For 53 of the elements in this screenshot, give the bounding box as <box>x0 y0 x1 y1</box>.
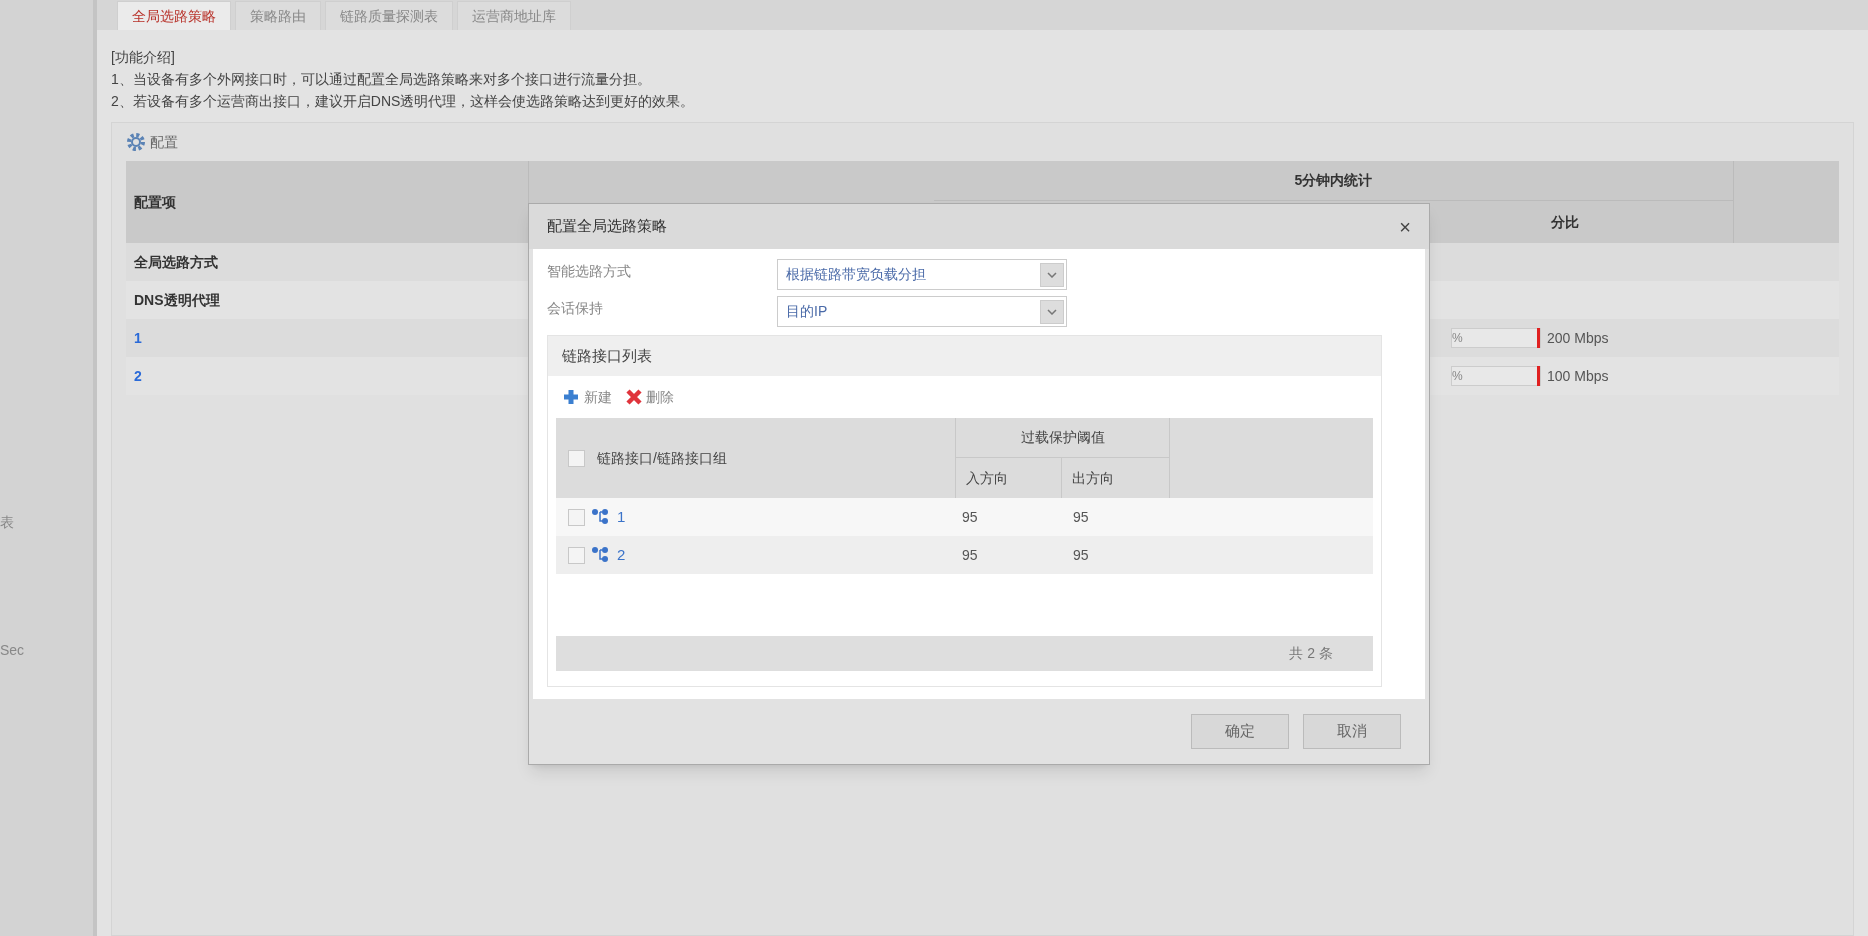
plus-icon <box>562 388 580 406</box>
field-label: 智能选路方式 <box>547 262 632 281</box>
chevron-down-icon <box>1047 271 1057 278</box>
intro-text: 2、若设备有多个运营商出接口，建议开启DNS透明代理，这样会使选路策略达到更好的效果。 <box>111 92 696 111</box>
link-name[interactable]: 2 <box>134 367 142 384</box>
gear-icon <box>126 132 146 152</box>
dialog-title: 配置全局选路策略 <box>547 216 667 237</box>
chevron-down-icon <box>1047 308 1057 315</box>
link-name[interactable]: 1 <box>134 329 142 346</box>
row-label: DNS透明代理 <box>134 291 220 308</box>
tab[interactable]: 链路质量探测表 <box>325 1 453 30</box>
checkbox[interactable] <box>568 508 585 526</box>
dropdown[interactable]: 目的IP <box>777 296 1067 327</box>
config-button[interactable]: 配置 <box>150 131 178 153</box>
bandwidth-text: 200 Mbps <box>1547 328 1609 348</box>
column-header: 过载保护阈值 <box>1020 428 1105 447</box>
table-cell-text: 95 <box>961 545 979 565</box>
checkbox[interactable] <box>568 546 585 564</box>
intro-text: 1、当设备有多个外网接口时，可以通过配置全局选路策略来对多个接口进行流量分担。 <box>111 70 652 89</box>
column-header: 配置项 <box>134 192 176 212</box>
cancel-button[interactable]: 取消 <box>1303 714 1401 749</box>
delete-button[interactable]: 删除 <box>626 386 674 408</box>
column-header: 出方向 <box>1072 468 1114 488</box>
bandwidth-text: 100 Mbps <box>1547 366 1609 386</box>
field-label: 会话保持 <box>547 299 604 318</box>
panel-title: 链路接口列表 <box>562 345 652 366</box>
confirm-button[interactable]: 确定 <box>1191 714 1289 749</box>
column-header: 入方向 <box>966 468 1008 488</box>
table-cell-text: 95 <box>1072 507 1090 527</box>
checkbox[interactable] <box>568 449 585 467</box>
intro-title: [功能介绍] <box>111 48 176 67</box>
network-icon <box>591 508 611 526</box>
link-name[interactable]: 1 <box>617 505 626 529</box>
row-label: 全局选路方式 <box>134 253 218 270</box>
tab[interactable]: 运营商地址库 <box>457 1 571 30</box>
tab[interactable]: 策略路由 <box>235 1 321 30</box>
sidebar-item[interactable]: 表 <box>0 512 14 533</box>
table-cell-text: 95 <box>1072 545 1090 565</box>
dropdown[interactable]: 根据链路带宽负载分担 <box>777 259 1067 290</box>
usage-bar: % <box>1451 328 1541 348</box>
close-icon <box>626 389 642 405</box>
tab[interactable]: 全局选路策略 <box>117 1 231 30</box>
table-cell-text: 95 <box>961 507 979 527</box>
column-header: 分比 <box>1551 212 1579 232</box>
column-header: 5分钟内统计 <box>1294 171 1373 190</box>
column-header: 链路接口/链路接口组 <box>597 448 727 468</box>
usage-bar: % <box>1451 366 1541 386</box>
link-name[interactable]: 2 <box>617 543 626 567</box>
sidebar-item[interactable]: Sec <box>0 640 25 661</box>
record-count: 共 2 条 <box>1289 644 1333 663</box>
add-button[interactable]: 新建 <box>562 386 612 408</box>
close-button[interactable]: × <box>1399 211 1411 242</box>
network-icon <box>591 546 611 564</box>
